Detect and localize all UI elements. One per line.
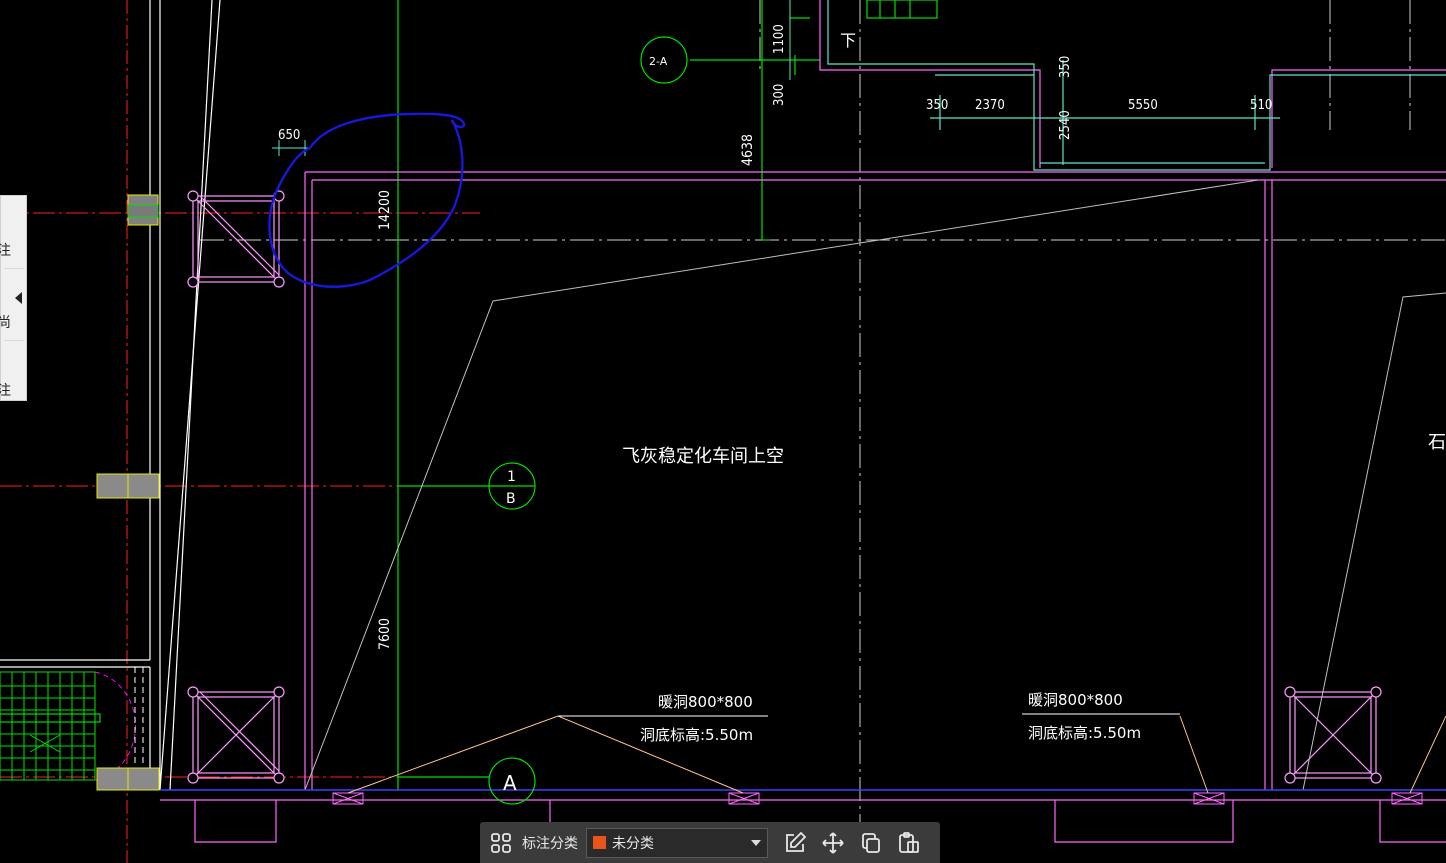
axis-bubbles (488, 36, 688, 805)
copy-icon[interactable] (858, 830, 884, 856)
bottom-left-stair (0, 671, 101, 781)
dimension-lines (272, 0, 791, 156)
dim-2540: 2540 (1058, 110, 1073, 140)
dim-650: 650 (278, 128, 300, 143)
dim-350: 350 (926, 98, 948, 113)
dim-5550: 5550 (1128, 98, 1158, 113)
annotation-category-label: 标注分类 (522, 835, 578, 852)
braced-frames (192, 195, 1377, 779)
cad-canvas[interactable]: 飞灰稳定化车间上空 石 下 2-A 1 B A 650 14200 4638 1… (0, 0, 1446, 863)
green-grid-lines (397, 0, 820, 790)
chevron-down-icon (751, 839, 761, 846)
edit-icon[interactable] (782, 830, 808, 856)
side-panel-char-3: 注 (0, 383, 11, 399)
axis-label-a: A (503, 771, 517, 795)
room-label: 飞灰稳定化车间上空 (622, 446, 784, 467)
stair-label: 下 (840, 31, 856, 50)
dim-1100: 1100 (772, 24, 787, 54)
top-rooms (827, 0, 1446, 171)
category-color-swatch (593, 836, 606, 849)
axis-label-2a: 2-A (649, 55, 668, 68)
dim-300: 300 (772, 84, 787, 106)
dim-350-vertical: 350 (1058, 56, 1073, 78)
slope-lines (304, 179, 1446, 791)
room-outline (160, 0, 1446, 843)
caret-left-icon[interactable] (15, 292, 22, 304)
category-selected-value: 未分类 (612, 835, 654, 852)
dim-14200: 14200 (377, 190, 393, 230)
annotation-toolbar: 标注分类 未分类 (480, 822, 940, 863)
opening-underlines (558, 713, 1180, 717)
category-dropdown[interactable]: 未分类 (586, 827, 768, 858)
side-panel-char-2: 尚 (0, 315, 11, 331)
paste-icon[interactable] (896, 830, 922, 856)
dim-4638: 4638 (740, 134, 756, 166)
dim-2370: 2370 (975, 98, 1005, 113)
move-icon[interactable] (820, 830, 846, 856)
opening-1-elevation: 洞底标高:5.50m (640, 726, 753, 744)
side-panel-divider (4, 268, 24, 269)
dim-510: 510 (1250, 98, 1272, 113)
opening-2-elevation: 洞底标高:5.50m (1028, 724, 1141, 742)
partial-room-label: 石 (1428, 432, 1446, 453)
opening-1-title: 暖洞800*800 (658, 693, 753, 711)
axis-label-1: 1 (507, 469, 516, 485)
opening-2-title: 暖洞800*800 (1028, 691, 1123, 709)
side-panel[interactable]: 注 尚 注 (0, 195, 27, 401)
axis-label-b: B (506, 491, 516, 507)
dim-7600: 7600 (377, 618, 393, 650)
frame-nodes (187, 190, 1382, 784)
grid-lines (200, 0, 1446, 863)
grid-icon[interactable] (488, 830, 514, 856)
side-panel-divider (4, 340, 24, 341)
side-panel-char-1: 注 (0, 243, 11, 259)
stair-arc (94, 671, 136, 781)
